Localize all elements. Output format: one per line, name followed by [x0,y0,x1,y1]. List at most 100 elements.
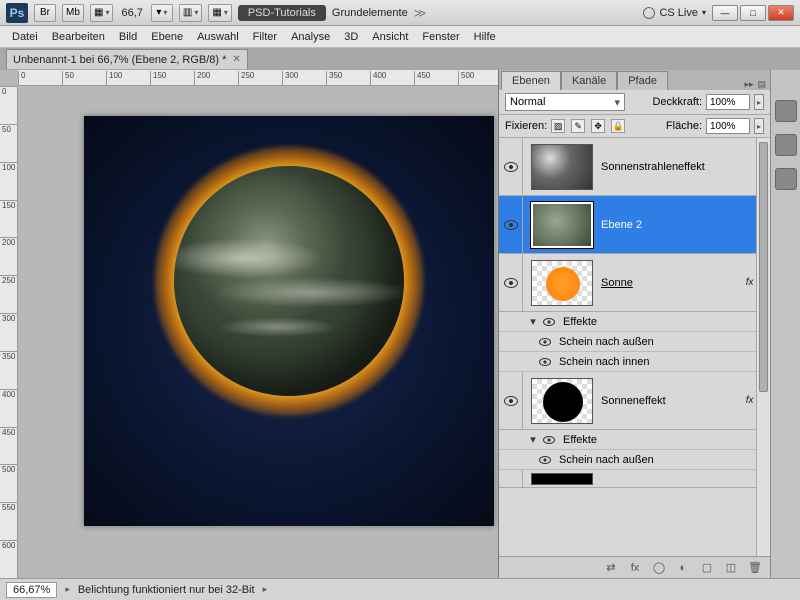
statusbar: 66,67% ▸ Belichtung funktioniert nur bei… [0,578,800,600]
panel-tabs: Ebenen Kanäle Pfade ▸▸ ▤ [499,70,770,90]
close-tab-icon[interactable]: ✕ [232,54,240,65]
lock-pixels-icon[interactable]: ✎ [571,119,585,133]
eye-icon [539,456,551,464]
right-dock [770,70,800,578]
status-info-icon[interactable]: ▸ [263,584,268,595]
link-layers-icon[interactable]: ⇄ [604,561,618,575]
layer-name[interactable]: Ebene 2 [601,219,770,231]
dock-icon-1[interactable] [775,100,797,122]
dock-icon-3[interactable] [775,168,797,190]
status-chev-icon[interactable]: ▸ [65,584,70,595]
fx-badge[interactable]: fx [746,395,754,406]
layer-name[interactable]: Sonneneffekt [601,395,746,407]
effects-header[interactable]: ▾Effekte [499,312,770,332]
layer-row[interactable]: Sonnefx▾ [499,254,770,312]
layer-row[interactable]: Sonnenstrahleneffekt [499,138,770,196]
menu-hilfe[interactable]: Hilfe [474,31,496,43]
layer-row[interactable] [499,470,770,488]
menu-bild[interactable]: Bild [119,31,137,43]
blend-mode-dropdown[interactable]: Normal [505,93,625,111]
layer-thumbnail[interactable] [531,202,593,248]
layer-group-icon[interactable]: ▢ [700,561,714,575]
eye-icon [543,436,555,444]
lock-all-icon[interactable]: 🔒 [611,119,625,133]
menu-fenster[interactable]: Fenster [422,31,459,43]
tab-kanaele[interactable]: Kanäle [561,71,617,90]
layers-scrollbar[interactable] [756,138,770,556]
layer-name[interactable]: Sonnenstrahleneffekt [601,161,770,173]
ruler-vertical[interactable]: 050100150200250300350400450500550600 [0,86,18,578]
menu-datei[interactable]: Datei [12,31,38,43]
zoom-dropdown[interactable]: ▾ [151,4,173,22]
tab-pfade[interactable]: Pfade [617,71,668,90]
visibility-toggle[interactable] [499,372,523,429]
layer-style-icon[interactable]: fx [628,561,642,575]
screen-mode-button[interactable]: ▦ [90,4,113,22]
layer-thumbnail[interactable] [531,144,593,190]
workspace-active[interactable]: PSD-Tutorials [238,5,326,21]
menu-analyse[interactable]: Analyse [291,31,330,43]
lock-position-icon[interactable]: ✥ [591,119,605,133]
app-titlebar: Ps Br Mb ▦ 66,7 ▾ ▥ ▦ PSD-Tutorials Grun… [0,0,800,26]
opacity-flyout[interactable]: ▸ [754,94,764,110]
layer-row[interactable]: Ebene 2 [499,196,770,254]
workspace-more-icon[interactable]: ≫ [414,6,427,20]
lock-transparent-icon[interactable]: ▨ [551,119,565,133]
fill-input[interactable]: 100% [706,118,750,134]
panel-menu-icon[interactable]: ▤ [757,79,766,90]
document-tab-title: Unbenannt-1 bei 66,7% (Ebene 2, RGB/8) * [13,54,226,66]
workspace: 050100150200250300350400450500 050100150… [0,70,800,578]
blend-row: Normal Deckkraft: 100% ▸ [499,90,770,115]
visibility-toggle[interactable] [499,470,523,487]
layer-row[interactable]: Sonneneffektfx▾ [499,372,770,430]
fill-flyout[interactable]: ▸ [754,118,764,134]
workspace-other[interactable]: Grundelemente [332,7,408,19]
document-tab[interactable]: Unbenannt-1 bei 66,7% (Ebene 2, RGB/8) *… [6,49,248,69]
scrollbar-thumb[interactable] [759,142,768,392]
arrange-button[interactable]: ▥ [179,4,202,22]
visibility-toggle[interactable] [499,254,523,311]
opacity-input[interactable]: 100% [706,94,750,110]
minibridge-button[interactable]: Mb [62,4,84,22]
new-layer-icon[interactable]: ◫ [724,561,738,575]
window-minimize-button[interactable]: — [712,5,738,21]
window-close-button[interactable]: ✕ [768,5,794,21]
menu-auswahl[interactable]: Auswahl [197,31,239,43]
visibility-toggle[interactable] [499,196,523,253]
menu-bearbeiten[interactable]: Bearbeiten [52,31,105,43]
layers-panel-bottom: ⇄ fx ◯ ◐ ▢ ◫ 🗑 [499,556,770,578]
status-zoom[interactable]: 66,67% [6,582,57,598]
fill-label: Fläche: [666,120,702,132]
visibility-toggle[interactable] [499,138,523,195]
menu-ansicht[interactable]: Ansicht [372,31,408,43]
layer-name[interactable]: Sonne [601,277,746,289]
ps-logo: Ps [6,3,28,23]
cslive-icon [643,7,655,19]
cslive-button[interactable]: CS Live▾ [643,7,706,19]
menu-3d[interactable]: 3D [344,31,358,43]
eye-icon [504,220,518,230]
layer-thumbnail[interactable] [531,260,593,306]
layer-thumbnail[interactable] [531,378,593,424]
delete-layer-icon[interactable]: 🗑 [748,561,762,575]
menu-filter[interactable]: Filter [253,31,277,43]
effect-item[interactable]: Schein nach außen [499,450,770,470]
effects-header[interactable]: ▾Effekte [499,430,770,450]
dock-icon-2[interactable] [775,134,797,156]
fx-badge[interactable]: fx [746,277,754,288]
bridge-button[interactable]: Br [34,4,56,22]
eye-icon [539,358,551,366]
eye-icon [504,396,518,406]
layer-thumbnail[interactable] [531,473,593,485]
lock-row: Fixieren: ▨ ✎ ✥ 🔒 Fläche: 100% ▸ [499,115,770,138]
menu-ebene[interactable]: Ebene [151,31,183,43]
tab-ebenen[interactable]: Ebenen [501,71,561,90]
adjustment-layer-icon[interactable]: ◐ [676,561,690,575]
extras-button[interactable]: ▦ [208,4,231,22]
canvas[interactable] [84,116,494,526]
window-maximize-button[interactable]: □ [740,5,766,21]
effect-item[interactable]: Schein nach außen [499,332,770,352]
effect-item[interactable]: Schein nach innen [499,352,770,372]
layer-mask-icon[interactable]: ◯ [652,561,666,575]
panel-collapse-icon[interactable]: ▸▸ [744,79,753,90]
